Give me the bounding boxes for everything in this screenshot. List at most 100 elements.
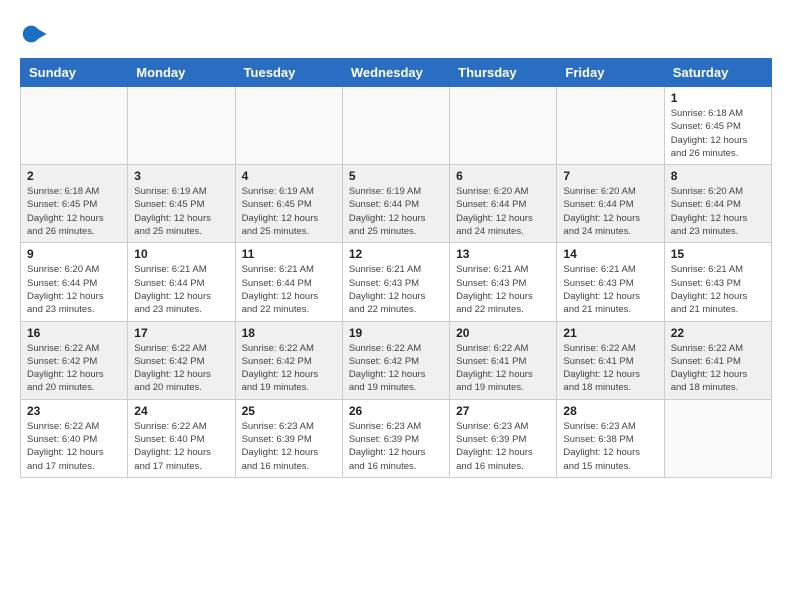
calendar-cell xyxy=(235,87,342,165)
day-detail: Sunrise: 6:22 AM Sunset: 6:41 PM Dayligh… xyxy=(563,342,657,395)
day-number: 15 xyxy=(671,247,765,261)
day-detail: Sunrise: 6:21 AM Sunset: 6:44 PM Dayligh… xyxy=(134,263,228,316)
day-number: 16 xyxy=(27,326,121,340)
day-detail: Sunrise: 6:19 AM Sunset: 6:45 PM Dayligh… xyxy=(242,185,336,238)
day-detail: Sunrise: 6:20 AM Sunset: 6:44 PM Dayligh… xyxy=(671,185,765,238)
calendar-cell: 21 Sunrise: 6:22 AM Sunset: 6:41 PM Dayli… xyxy=(557,321,664,399)
logo xyxy=(20,20,52,48)
calendar-cell xyxy=(664,399,771,477)
calendar-cell: 19 Sunrise: 6:22 AM Sunset: 6:42 PM Dayli… xyxy=(342,321,449,399)
calendar-cell xyxy=(450,87,557,165)
day-detail: Sunrise: 6:21 AM Sunset: 6:43 PM Dayligh… xyxy=(456,263,550,316)
day-detail: Sunrise: 6:21 AM Sunset: 6:44 PM Dayligh… xyxy=(242,263,336,316)
calendar-cell: 13 Sunrise: 6:21 AM Sunset: 6:43 PM Dayli… xyxy=(450,243,557,321)
day-number: 20 xyxy=(456,326,550,340)
calendar-cell xyxy=(21,87,128,165)
calendar-cell: 28 Sunrise: 6:23 AM Sunset: 6:38 PM Dayli… xyxy=(557,399,664,477)
day-detail: Sunrise: 6:18 AM Sunset: 6:45 PM Dayligh… xyxy=(27,185,121,238)
calendar-cell: 1 Sunrise: 6:18 AM Sunset: 6:45 PM Daylig… xyxy=(664,87,771,165)
day-number: 10 xyxy=(134,247,228,261)
day-number: 28 xyxy=(563,404,657,418)
col-header-thursday: Thursday xyxy=(450,59,557,87)
day-number: 3 xyxy=(134,169,228,183)
calendar-cell: 9 Sunrise: 6:20 AM Sunset: 6:44 PM Daylig… xyxy=(21,243,128,321)
day-number: 1 xyxy=(671,91,765,105)
logo-icon xyxy=(20,20,48,48)
day-number: 23 xyxy=(27,404,121,418)
day-detail: Sunrise: 6:22 AM Sunset: 6:41 PM Dayligh… xyxy=(671,342,765,395)
day-number: 7 xyxy=(563,169,657,183)
day-detail: Sunrise: 6:22 AM Sunset: 6:42 PM Dayligh… xyxy=(27,342,121,395)
calendar-cell: 24 Sunrise: 6:22 AM Sunset: 6:40 PM Dayli… xyxy=(128,399,235,477)
day-detail: Sunrise: 6:20 AM Sunset: 6:44 PM Dayligh… xyxy=(563,185,657,238)
col-header-wednesday: Wednesday xyxy=(342,59,449,87)
calendar-cell: 23 Sunrise: 6:22 AM Sunset: 6:40 PM Dayli… xyxy=(21,399,128,477)
day-detail: Sunrise: 6:20 AM Sunset: 6:44 PM Dayligh… xyxy=(27,263,121,316)
day-detail: Sunrise: 6:22 AM Sunset: 6:42 PM Dayligh… xyxy=(242,342,336,395)
day-number: 26 xyxy=(349,404,443,418)
day-number: 4 xyxy=(242,169,336,183)
day-number: 13 xyxy=(456,247,550,261)
day-number: 21 xyxy=(563,326,657,340)
day-detail: Sunrise: 6:19 AM Sunset: 6:44 PM Dayligh… xyxy=(349,185,443,238)
day-detail: Sunrise: 6:21 AM Sunset: 6:43 PM Dayligh… xyxy=(671,263,765,316)
day-number: 6 xyxy=(456,169,550,183)
calendar-cell xyxy=(128,87,235,165)
calendar-cell: 22 Sunrise: 6:22 AM Sunset: 6:41 PM Dayli… xyxy=(664,321,771,399)
day-detail: Sunrise: 6:20 AM Sunset: 6:44 PM Dayligh… xyxy=(456,185,550,238)
col-header-tuesday: Tuesday xyxy=(235,59,342,87)
day-number: 22 xyxy=(671,326,765,340)
day-number: 9 xyxy=(27,247,121,261)
calendar-cell: 27Sunrise: 6:23 AM Sunset: 6:39 PM Dayli… xyxy=(450,399,557,477)
day-detail: Sunrise: 6:23 AM Sunset: 6:39 PM Dayligh… xyxy=(349,420,443,473)
calendar-cell: 11 Sunrise: 6:21 AM Sunset: 6:44 PM Dayli… xyxy=(235,243,342,321)
col-header-friday: Friday xyxy=(557,59,664,87)
day-number: 8 xyxy=(671,169,765,183)
calendar-cell: 18 Sunrise: 6:22 AM Sunset: 6:42 PM Dayli… xyxy=(235,321,342,399)
calendar-cell: 6 Sunrise: 6:20 AM Sunset: 6:44 PM Daylig… xyxy=(450,165,557,243)
day-detail: Sunrise: 6:21 AM Sunset: 6:43 PM Dayligh… xyxy=(349,263,443,316)
day-detail: Sunrise: 6:19 AM Sunset: 6:45 PM Dayligh… xyxy=(134,185,228,238)
calendar-table: SundayMondayTuesdayWednesdayThursdayFrid… xyxy=(20,58,772,478)
day-detail: Sunrise: 6:22 AM Sunset: 6:41 PM Dayligh… xyxy=(456,342,550,395)
calendar-cell: 3 Sunrise: 6:19 AM Sunset: 6:45 PM Daylig… xyxy=(128,165,235,243)
day-detail: Sunrise: 6:23 AM Sunset: 6:39 PM Dayligh… xyxy=(242,420,336,473)
day-number: 2 xyxy=(27,169,121,183)
day-number: 11 xyxy=(242,247,336,261)
day-detail: Sunrise: 6:23 AM Sunset: 6:38 PM Dayligh… xyxy=(563,420,657,473)
col-header-saturday: Saturday xyxy=(664,59,771,87)
calendar-cell: 4 Sunrise: 6:19 AM Sunset: 6:45 PM Daylig… xyxy=(235,165,342,243)
calendar-cell: 20 Sunrise: 6:22 AM Sunset: 6:41 PM Dayli… xyxy=(450,321,557,399)
day-number: 25 xyxy=(242,404,336,418)
calendar-cell: 14 Sunrise: 6:21 AM Sunset: 6:43 PM Dayli… xyxy=(557,243,664,321)
calendar-cell: 15 Sunrise: 6:21 AM Sunset: 6:43 PM Dayli… xyxy=(664,243,771,321)
col-header-sunday: Sunday xyxy=(21,59,128,87)
day-detail: Sunrise: 6:22 AM Sunset: 6:40 PM Dayligh… xyxy=(27,420,121,473)
day-detail: Sunrise: 6:22 AM Sunset: 6:42 PM Dayligh… xyxy=(349,342,443,395)
day-detail: Sunrise: 6:23 AM Sunset: 6:39 PM Dayligh… xyxy=(456,420,550,473)
calendar-cell: 17 Sunrise: 6:22 AM Sunset: 6:42 PM Dayli… xyxy=(128,321,235,399)
day-detail: Sunrise: 6:22 AM Sunset: 6:42 PM Dayligh… xyxy=(134,342,228,395)
calendar-cell xyxy=(557,87,664,165)
calendar-cell: 5 Sunrise: 6:19 AM Sunset: 6:44 PM Daylig… xyxy=(342,165,449,243)
day-detail: Sunrise: 6:21 AM Sunset: 6:43 PM Dayligh… xyxy=(563,263,657,316)
day-number: 5 xyxy=(349,169,443,183)
calendar-cell: 10 Sunrise: 6:21 AM Sunset: 6:44 PM Dayli… xyxy=(128,243,235,321)
page-header xyxy=(20,20,772,48)
calendar-cell: 25 Sunrise: 6:23 AM Sunset: 6:39 PM Dayli… xyxy=(235,399,342,477)
day-number: 14 xyxy=(563,247,657,261)
calendar-cell: 16 Sunrise: 6:22 AM Sunset: 6:42 PM Dayli… xyxy=(21,321,128,399)
day-detail: Sunrise: 6:18 AM Sunset: 6:45 PM Dayligh… xyxy=(671,107,765,160)
calendar-cell: 8 Sunrise: 6:20 AM Sunset: 6:44 PM Daylig… xyxy=(664,165,771,243)
day-number: 19 xyxy=(349,326,443,340)
calendar-cell xyxy=(342,87,449,165)
day-number: 24 xyxy=(134,404,228,418)
day-number: 12 xyxy=(349,247,443,261)
day-detail: Sunrise: 6:22 AM Sunset: 6:40 PM Dayligh… xyxy=(134,420,228,473)
calendar-cell: 2 Sunrise: 6:18 AM Sunset: 6:45 PM Daylig… xyxy=(21,165,128,243)
day-number: 17 xyxy=(134,326,228,340)
calendar-cell: 26 Sunrise: 6:23 AM Sunset: 6:39 PM Dayli… xyxy=(342,399,449,477)
calendar-cell: 7 Sunrise: 6:20 AM Sunset: 6:44 PM Daylig… xyxy=(557,165,664,243)
day-number: 18 xyxy=(242,326,336,340)
calendar-cell: 12 Sunrise: 6:21 AM Sunset: 6:43 PM Dayli… xyxy=(342,243,449,321)
